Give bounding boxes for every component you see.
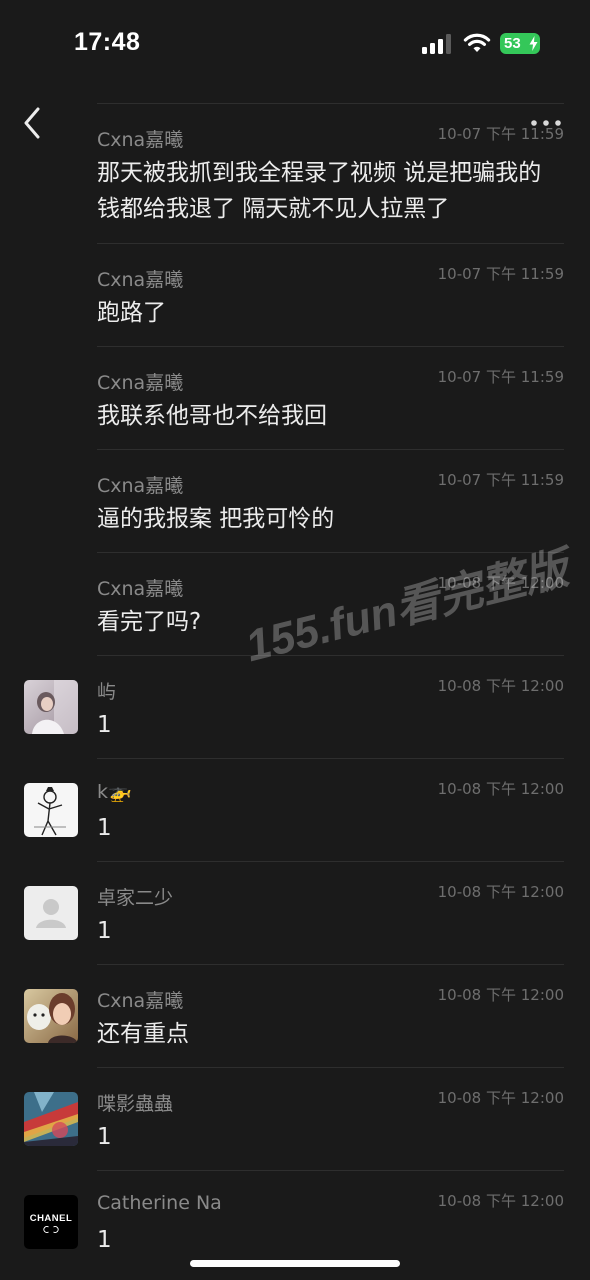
message-row[interactable]: CHANEL Catherine Na 10-08 下午 12:00 1 <box>0 1170 590 1273</box>
message-timestamp: 10-07 下午 11:59 <box>437 265 564 283</box>
divider <box>97 449 564 450</box>
message-row[interactable]: Cxna嘉曦 10-07 下午 11:59 逼的我报案 把我可怜的 <box>0 449 590 552</box>
message-timestamp: 10-08 下午 12:00 <box>437 1089 564 1107</box>
divider <box>97 964 564 965</box>
message-text: 我联系他哥也不给我回 <box>97 403 327 429</box>
chanel-logo-avatar[interactable]: CHANEL <box>24 1195 78 1249</box>
sender-name[interactable]: 屿 <box>97 677 116 704</box>
message-row[interactable]: k🚁 10-08 下午 12:00 1 <box>0 758 590 861</box>
avatar[interactable] <box>24 1092 78 1146</box>
wifi-icon <box>463 33 491 52</box>
message-timestamp: 10-08 下午 12:00 <box>437 1192 564 1210</box>
message-row[interactable]: 屿 10-08 下午 12:00 1 <box>0 655 590 758</box>
message-row[interactable]: Cxna嘉曦 10-08 下午 12:00 看完了吗? <box>0 552 590 655</box>
message-timestamp: 10-07 下午 11:59 <box>437 368 564 386</box>
sender-name[interactable]: Cxna嘉曦 <box>97 368 183 395</box>
divider <box>97 758 564 759</box>
charging-bolt-icon <box>529 36 538 51</box>
sender-name[interactable]: Cxna嘉曦 <box>97 265 183 292</box>
message-text: 逼的我报案 把我可怜的 <box>97 506 335 532</box>
chanel-logo-text: CHANEL <box>30 1213 73 1224</box>
message-text: 1 <box>97 1227 112 1253</box>
home-indicator[interactable] <box>190 1260 400 1267</box>
message-row[interactable]: Cxna嘉曦 10-07 下午 11:59 那天被我抓到我全程录了视频 说是把骗… <box>0 103 590 243</box>
sender-name[interactable]: Cxna嘉曦 <box>97 986 183 1013</box>
avatar[interactable] <box>24 783 78 837</box>
message-row[interactable]: 卓家二少 10-08 下午 12:00 1 <box>0 861 590 964</box>
divider <box>97 861 564 862</box>
message-row[interactable]: Cxna嘉曦 10-08 下午 12:00 还有重点 <box>0 964 590 1067</box>
sender-name[interactable]: 卓家二少 <box>97 883 173 910</box>
status-bar: 17:48 53 <box>0 0 590 88</box>
sender-name[interactable]: Cxna嘉曦 <box>97 471 183 498</box>
sender-name[interactable]: Cxna嘉曦 <box>97 125 183 152</box>
message-timestamp: 10-08 下午 12:00 <box>437 574 564 592</box>
divider <box>97 103 564 104</box>
battery-level: 53 <box>504 35 521 52</box>
divider <box>97 1170 564 1171</box>
divider <box>97 346 564 347</box>
avatar[interactable] <box>24 989 78 1043</box>
message-text: 1 <box>97 815 112 841</box>
message-timestamp: 10-07 下午 11:59 <box>437 125 564 143</box>
battery-indicator: 53 <box>500 33 540 54</box>
sender-name[interactable]: k🚁 <box>97 780 132 803</box>
default-avatar-icon[interactable] <box>24 886 78 940</box>
status-time: 17:48 <box>74 28 141 56</box>
message-timestamp: 10-08 下午 12:00 <box>437 883 564 901</box>
divider <box>97 552 564 553</box>
avatar[interactable] <box>24 680 78 734</box>
message-row[interactable]: 喋影蟲蟲 10-08 下午 12:00 1 <box>0 1067 590 1170</box>
message-text: 1 <box>97 712 112 738</box>
divider <box>97 655 564 656</box>
message-timestamp: 10-07 下午 11:59 <box>437 471 564 489</box>
message-list[interactable]: Cxna嘉曦 10-07 下午 11:59 那天被我抓到我全程录了视频 说是把骗… <box>0 103 590 1273</box>
sender-name[interactable]: Catherine Na <box>97 1192 222 1214</box>
sender-name[interactable]: 喋影蟲蟲 <box>97 1089 173 1116</box>
divider <box>97 1067 564 1068</box>
sender-name[interactable]: Cxna嘉曦 <box>97 574 183 601</box>
message-timestamp: 10-08 下午 12:00 <box>437 780 564 798</box>
message-row[interactable]: Cxna嘉曦 10-07 下午 11:59 跑路了 <box>0 243 590 346</box>
message-text: 1 <box>97 918 112 944</box>
message-timestamp: 10-08 下午 12:00 <box>437 986 564 1004</box>
message-timestamp: 10-08 下午 12:00 <box>437 677 564 695</box>
message-text: 看完了吗? <box>97 609 202 635</box>
message-text: 还有重点 <box>97 1021 189 1047</box>
divider <box>97 243 564 244</box>
message-row[interactable]: Cxna嘉曦 10-07 下午 11:59 我联系他哥也不给我回 <box>0 346 590 449</box>
message-text: 跑路了 <box>97 300 166 326</box>
cellular-signal-icon <box>422 34 451 54</box>
message-text: 1 <box>97 1124 112 1150</box>
message-text: 那天被我抓到我全程录了视频 说是把骗我的钱都给我退了 隔天就不见人拉黑了 <box>97 160 542 222</box>
